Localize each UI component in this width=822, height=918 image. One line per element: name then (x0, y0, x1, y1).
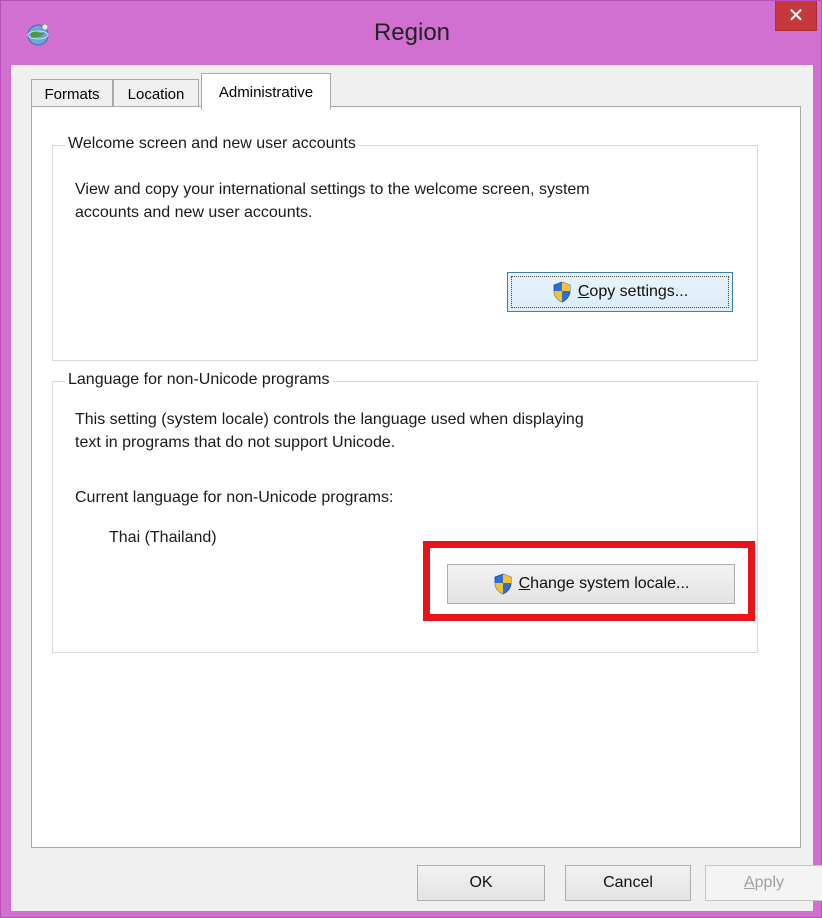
welcome-group: Welcome screen and new user accounts Vie… (52, 135, 758, 361)
tab-label: Location (127, 86, 185, 103)
tab-formats[interactable]: Formats (31, 79, 113, 109)
focus-ring (511, 276, 729, 308)
apply-button[interactable]: Apply (705, 865, 822, 901)
tab-administrative[interactable]: Administrative (201, 73, 331, 110)
locale-description-line: text in programs that do not support Uni… (75, 434, 396, 451)
close-icon: ✕ (787, 5, 805, 27)
window-title: Region (373, 19, 451, 46)
close-button[interactable]: ✕ (775, 1, 817, 31)
change-system-locale-button[interactable]: Change system locale... (447, 564, 735, 604)
tab-label: Administrative (218, 83, 314, 101)
cancel-button[interactable]: Cancel (565, 865, 691, 901)
button-label-text: hange system locale... (530, 575, 690, 592)
locale-group-legend: Language for non-Unicode programs (65, 371, 333, 389)
copy-settings-button[interactable]: Copy settings... (507, 272, 733, 312)
accelerator-key: C (518, 575, 531, 592)
current-language-label: Current language for non-Unicode program… (75, 489, 394, 506)
welcome-description-line: View and copy your international setting… (75, 181, 590, 198)
apply-label: Apply (744, 874, 784, 892)
dialog-body: Formats Location Administrative Welcome … (11, 65, 822, 911)
region-dialog: Region ✕ Formats Location Administrative… (0, 0, 822, 918)
ok-label: OK (469, 874, 493, 891)
locale-description: This setting (system locale) controls th… (75, 408, 745, 454)
change-system-locale-label: Change system locale... (519, 575, 690, 593)
cancel-label: Cancel (603, 874, 653, 891)
tab-label: Formats (44, 86, 100, 103)
welcome-description-line: accounts and new user accounts. (75, 204, 313, 221)
administrative-panel: Welcome screen and new user accounts Vie… (31, 106, 801, 848)
button-label-text: pply (754, 874, 785, 891)
title-bar[interactable]: Region ✕ (1, 1, 822, 65)
accelerator-key: A (743, 874, 755, 891)
tab-location[interactable]: Location (113, 79, 199, 109)
welcome-description: View and copy your international setting… (75, 178, 745, 224)
welcome-group-legend: Welcome screen and new user accounts (65, 135, 359, 153)
locale-group: Language for non-Unicode programs This s… (52, 371, 758, 653)
ok-button[interactable]: OK (417, 865, 545, 901)
uac-shield-icon (494, 573, 512, 595)
current-language-value: Thai (Thailand) (109, 529, 217, 546)
locale-description-line: This setting (system locale) controls th… (75, 411, 584, 428)
